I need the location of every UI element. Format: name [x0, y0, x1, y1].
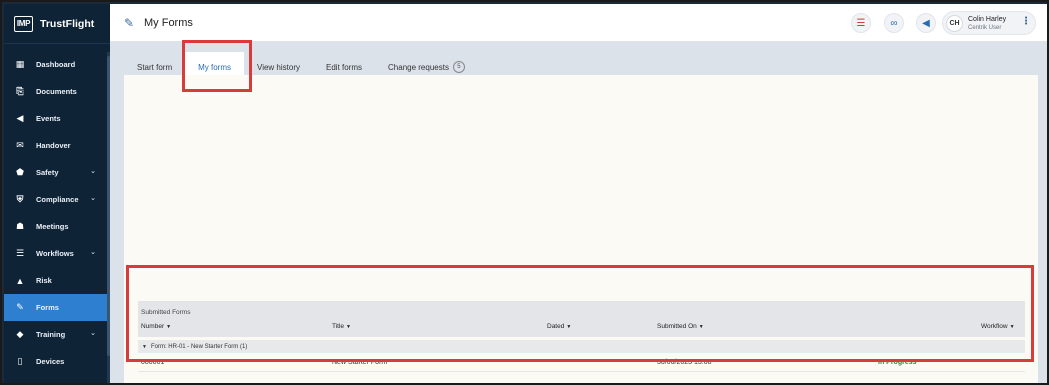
sidebar-item-label: Training	[36, 330, 66, 339]
chevron-down-icon: ⌄	[90, 330, 96, 337]
submitted-forms-highlight	[126, 265, 1034, 362]
sidebar-item-label: Compliance	[36, 195, 79, 204]
sidebar-item-label: Events	[36, 114, 61, 123]
tab-label: Edit forms	[326, 62, 363, 72]
app-window: IMP TrustFlight ▦ Dashboard ⎘ Documents ◀ Eve…	[0, 0, 1049, 385]
user-name: Colin Harley	[968, 16, 1007, 23]
sidebar-item-label: Risk	[36, 276, 52, 285]
stack-icon[interactable]: ☰	[851, 13, 871, 33]
tab-label: Change requests	[388, 62, 449, 72]
count-badge: 5	[452, 61, 465, 73]
sidebar-item-handover[interactable]: ✉ Handover	[4, 132, 108, 159]
paperclip-icon: ⎘	[16, 86, 24, 96]
sidebar-item-safety[interactable]: ⬟ Safety ⌄	[4, 159, 108, 186]
sidebar-item-label: Devices	[36, 357, 65, 366]
megaphone-icon: ◀	[16, 113, 24, 123]
link-icon[interactable]: ∞	[884, 13, 904, 33]
tab-label: View history	[257, 62, 300, 72]
tab-label: Start form	[137, 62, 173, 72]
user-menu[interactable]: CH Colin Harley Centrik User ⋮	[942, 11, 1036, 35]
risk-icon: ▲	[15, 275, 25, 286]
dashboard-icon: ▦	[15, 59, 25, 69]
forms-page-icon: ✎	[124, 16, 135, 30]
sidebar-item-label: Dashboard	[36, 60, 76, 69]
compliance-shield-icon: ⛨	[16, 194, 24, 204]
avatar: CH	[946, 15, 963, 32]
sidebar-item-risk[interactable]: ▲ Risk	[4, 267, 108, 294]
sidebar-nav: ▦ Dashboard ⎘ Documents ◀ Events ✉ Handover ⬟ Saf…	[4, 51, 108, 375]
devices-icon: ▯	[17, 356, 23, 366]
my-forms-tab-highlight	[182, 40, 252, 92]
sidebar-item-documents[interactable]: ⎘ Documents	[4, 78, 108, 105]
brand-logo: IMP	[14, 15, 33, 32]
sidebar-item-compliance[interactable]: ⛨ Compliance ⌄	[4, 186, 108, 213]
page-title: My Forms	[144, 17, 193, 29]
chevron-down-icon: ⌄	[90, 195, 96, 202]
sidebar-item-forms[interactable]: ✎ Forms	[4, 294, 108, 321]
handover-icon: ✉	[16, 140, 24, 150]
sidebar-item-dashboard[interactable]: ▦ Dashboard	[4, 51, 108, 78]
sidebar-item-label: Forms	[36, 303, 59, 312]
brand[interactable]: IMP TrustFlight	[4, 4, 110, 44]
sidebar-item-label: Safety	[36, 168, 59, 177]
workflows-icon: ☰	[15, 248, 25, 258]
sidebar-item-label: Meetings	[36, 222, 69, 231]
sidebar-item-label: Handover	[36, 141, 71, 150]
user-role: Centrik User	[968, 25, 1002, 31]
sidebar-item-meetings[interactable]: ☗ Meetings	[4, 213, 108, 240]
sidebar: IMP TrustFlight ▦ Dashboard ⎘ Documents ◀ Eve…	[4, 4, 110, 383]
megaphone-icon[interactable]: ◀	[916, 13, 936, 33]
sidebar-item-devices[interactable]: ▯ Devices	[4, 348, 108, 375]
sidebar-item-label: Documents	[36, 87, 77, 96]
forms-icon: ✎	[16, 302, 24, 312]
chevron-down-icon: ⌄	[90, 168, 96, 175]
brand-name: TrustFlight	[40, 17, 95, 30]
meetings-icon: ☗	[15, 221, 25, 231]
graduation-cap-icon: ◆	[16, 329, 24, 339]
sidebar-item-label: Workflows	[36, 249, 74, 258]
shield-icon: ⬟	[16, 167, 24, 177]
chevron-down-icon: ⌄	[90, 249, 96, 256]
top-bar: ✎ My Forms ☰ ∞ ◀ CH Colin Harley Centrik…	[110, 4, 1047, 42]
sidebar-item-events[interactable]: ◀ Events	[4, 105, 108, 132]
kebab-menu-icon[interactable]: ⋮	[1021, 16, 1031, 27]
sidebar-item-training[interactable]: ◆ Training ⌄	[4, 321, 108, 348]
sidebar-item-workflows[interactable]: ☰ Workflows ⌄	[4, 240, 108, 267]
